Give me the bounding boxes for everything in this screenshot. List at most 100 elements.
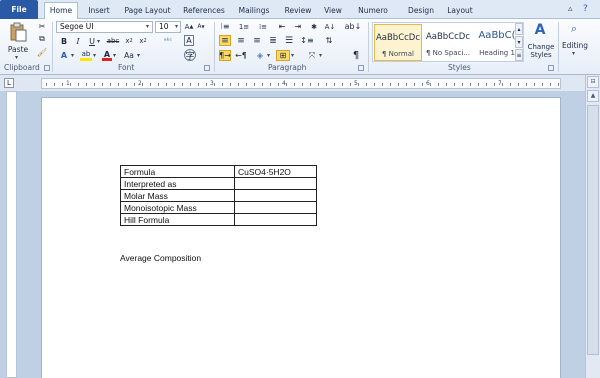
table-label-cell[interactable]: Monoisotopic Mass [120,201,235,214]
increase-indent-icon[interactable]: ⇥ [292,21,304,32]
change-styles-icon[interactable]: A [531,21,549,39]
justify-icon[interactable]: ≣ [267,35,279,46]
average-composition-paragraph[interactable]: Average Composition [120,253,201,263]
style-no-spacing[interactable]: AaBbCcDc ¶ No Spaci... [424,24,472,61]
document-page[interactable]: Formula CuSO4·5H2O Interpreted as Molar Mas… [41,97,561,378]
shading-dropdown-icon[interactable]: ▾ [267,52,270,59]
borders-dropdown-icon[interactable]: ▾ [291,52,294,59]
font-color-icon[interactable]: A [102,50,112,61]
bold-icon[interactable]: B [60,36,68,46]
tab-page-layout[interactable]: Page Layout [120,4,175,19]
styles-up-icon[interactable]: ▴ [515,23,523,35]
font-color-dropdown-icon[interactable]: ▾ [113,52,116,59]
shading-icon[interactable]: ◈ [254,50,266,61]
pilcrow-icon[interactable]: ¶ [350,50,362,61]
ltr-icon[interactable]: ¶→ [219,50,231,61]
sort-icon[interactable]: A↓ [324,21,336,32]
sort-icon-2[interactable]: ⇅ [323,35,335,46]
line-spacing-icon[interactable]: ↕≡ [300,35,313,46]
change-case-icon[interactable]: Aa [122,50,136,61]
tab-references[interactable]: References [180,4,228,19]
copy-icon[interactable]: ⧉ [37,34,47,44]
format-painter-icon[interactable]: 🖌 [37,47,47,57]
horizontal-ruler[interactable]: 1 2 3 4 5 6 7 [41,78,561,89]
subscript-icon[interactable]: x2 [124,36,134,46]
styles-more-icon[interactable]: ≡ [515,49,523,61]
multilevel-list-icon[interactable]: ⁞≡ [256,21,270,32]
tab-view[interactable]: View [320,4,346,19]
asian-layout-icon[interactable]: ⤧ [306,50,318,61]
clear-format-icon[interactable]: ᵃᵇᶜ [160,35,176,47]
tab-review[interactable]: Review [282,4,314,19]
character-border-icon[interactable]: A [184,35,194,46]
table-value-cell[interactable]: CuSO4·5H2O [234,165,317,178]
style-heading-1[interactable]: AaBbC( Heading 1 [473,24,521,61]
vertical-ruler[interactable] [6,91,17,378]
clipboard-launcher-icon[interactable] [44,65,50,71]
scroll-track[interactable] [587,105,599,355]
tab-design[interactable]: Design [404,4,438,19]
rtl-icon[interactable]: ←¶ [235,50,247,61]
strikethrough-icon[interactable]: abc [106,36,120,46]
align-left-icon[interactable]: ≡ [219,35,231,46]
font-name-dropdown-icon[interactable]: ▾ [146,23,149,30]
styles-launcher-icon[interactable] [548,65,554,71]
paste-dropdown-icon[interactable]: ▾ [15,54,18,61]
cut-icon[interactable]: ✂ [37,21,47,31]
align-right-icon[interactable]: ≡ [251,35,263,46]
tab-numero[interactable]: Numero [355,4,391,19]
numbering-icon[interactable]: 1≡ [237,21,251,32]
tab-layout[interactable]: Layout [442,4,478,19]
table-value-cell[interactable] [234,201,317,214]
paste-button[interactable]: Paste [6,44,30,54]
font-size-dropdown-icon[interactable]: ▾ [175,23,178,30]
change-case-dropdown-icon[interactable]: ▾ [137,52,140,59]
paragraph-launcher-icon[interactable] [358,65,364,71]
change-styles-button[interactable]: Change Styles [526,41,556,61]
view-ruler-icon[interactable]: ⊟ [587,76,599,88]
table-label-cell[interactable]: Hill Formula [120,213,235,226]
find-icon[interactable]: ⌕ [566,21,582,37]
ab-icon[interactable]: ab↓ [345,21,362,32]
tab-home[interactable]: Home [44,2,78,20]
text-effects-dropdown-icon[interactable]: ▾ [71,52,74,59]
tab-mailings[interactable]: Mailings [234,4,274,19]
bullets-icon[interactable]: ⁝≡ [218,21,232,32]
help-icon[interactable]: ? [583,4,588,14]
paste-icon[interactable] [8,22,28,42]
highlight-dropdown-icon[interactable]: ▾ [93,52,96,59]
borders-icon[interactable]: ⊞ [276,50,290,61]
font-launcher-icon[interactable] [204,65,210,71]
distributed-icon[interactable]: ☰ [283,35,295,46]
asian-layout-dropdown-icon[interactable]: ▾ [319,52,322,59]
vertical-scrollbar[interactable]: ⊟ ▲ [585,75,600,378]
table-value-cell[interactable] [234,213,317,226]
shrink-font-icon[interactable]: A ▼ [196,21,206,32]
table-label-cell[interactable]: Interpreted as [120,177,235,190]
grow-font-icon[interactable]: A ▲ [184,21,194,32]
chinese-layout-icon[interactable]: ✱ [308,21,320,32]
table-value-cell[interactable] [234,189,317,202]
highlight-icon[interactable]: ab [80,50,92,61]
tab-file[interactable]: File [0,0,38,19]
underline-dropdown-icon[interactable]: ▾ [97,38,100,45]
scroll-up-icon[interactable]: ▲ [587,90,599,102]
style-normal[interactable]: AaBbCcDc ¶ Normal [374,24,422,61]
table-label-cell[interactable]: Formula [120,165,235,178]
tab-insert[interactable]: Insert [83,4,115,19]
tab-selector-icon[interactable]: L [4,78,14,88]
font-name-box[interactable]: Segoe UI [56,21,153,33]
center-icon[interactable]: ≡ [235,35,247,46]
editing-dropdown-icon[interactable]: ▾ [572,50,575,57]
decrease-indent-icon[interactable]: ⇤ [276,21,288,32]
enclose-characters-icon[interactable]: 字 [184,49,196,62]
underline-icon[interactable]: U [88,36,96,46]
text-effects-icon[interactable]: A [58,50,70,61]
minimize-ribbon-icon[interactable]: ▵ [568,4,573,14]
table-label-cell[interactable]: Molar Mass [120,189,235,202]
italic-icon[interactable]: I [74,36,82,46]
styles-down-icon[interactable]: ▾ [515,36,523,48]
superscript-icon[interactable]: x2 [138,36,148,46]
table-value-cell[interactable] [234,177,317,190]
editing-button[interactable]: Editing [561,40,589,50]
